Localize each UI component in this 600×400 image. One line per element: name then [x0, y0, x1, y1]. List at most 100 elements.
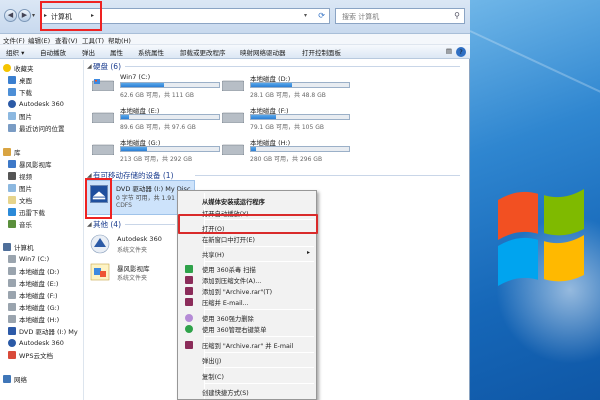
downloads-icon	[8, 88, 16, 96]
ctx-install-from-media[interactable]: 从媒体安装或运行程序	[180, 195, 316, 206]
search-icon[interactable]: ⚲	[454, 11, 460, 20]
ctx-open-new-window[interactable]: 在新窗口中打开(E)	[180, 233, 316, 244]
highlight-box-dvd	[85, 178, 112, 219]
ctx-separator	[204, 309, 314, 310]
recent-places-icon	[8, 124, 16, 132]
ctx-separator	[204, 352, 314, 353]
nav-item-recent[interactable]: 最近访问的位置	[8, 123, 65, 133]
menu-file[interactable]: 文件(F)	[3, 35, 25, 45]
menu-tools[interactable]: 工具(T)	[82, 35, 104, 45]
back-button[interactable]: ◀	[4, 9, 17, 22]
nav-item-drive-e[interactable]: 本地磁盘 (E:)	[8, 278, 58, 288]
ctx-add-archive[interactable]: 添加到压缩文件(A)...	[180, 274, 316, 285]
nav-item-drive-g[interactable]: 本地磁盘 (G:)	[8, 302, 59, 312]
winrar-icon	[185, 341, 193, 349]
nav-item-music[interactable]: 音乐	[8, 219, 32, 229]
ctx-compress-email[interactable]: 压缩并 E-mail...	[180, 296, 316, 307]
refresh-icon[interactable]: ⟳	[318, 11, 325, 20]
nav-item-wps[interactable]: WPS云文档	[8, 350, 53, 360]
drive-tile-g[interactable]: 本地磁盘 (G:) 213 GB 可用，共 292 GB	[90, 137, 230, 165]
organize-button[interactable]: 组织 ▾	[6, 47, 24, 57]
nav-item-xunlei[interactable]: 迅雷下载	[8, 207, 45, 217]
address-history-dropdown-icon[interactable]: ▾	[304, 12, 307, 19]
ctx-360-force-delete[interactable]: 使用 360强力删除	[180, 312, 316, 323]
open-control-panel-button[interactable]: 打开控制面板	[302, 47, 341, 57]
drive-icon	[8, 255, 16, 263]
space-bar	[120, 114, 220, 120]
eject-button[interactable]: 弹出	[82, 47, 95, 57]
ctx-add-archive-rar[interactable]: 添加到 "Archive.rar"(T)	[180, 285, 316, 296]
pictures-icon	[8, 112, 16, 120]
nav-item-desktop[interactable]: 桌面	[8, 75, 32, 85]
search-box[interactable]: 搜索 计算机 ⚲	[335, 8, 465, 24]
nav-item-drive-f[interactable]: 本地磁盘 (F:)	[8, 290, 58, 300]
ctx-separator	[204, 261, 314, 262]
autodesk-icon	[8, 100, 16, 108]
map-network-drive-button[interactable]: 映射网络驱动器	[240, 47, 286, 57]
drive-tile-f[interactable]: 本地磁盘 (F:) 79.1 GB 可用，共 105 GB	[220, 105, 360, 133]
nav-libraries[interactable]: 库	[3, 147, 21, 157]
media-library-icon	[8, 160, 16, 168]
system-properties-button[interactable]: 系统属性	[138, 47, 164, 57]
documents-icon	[8, 196, 16, 204]
space-bar	[250, 82, 350, 88]
nav-item-lib-pictures[interactable]: 图片	[8, 183, 32, 193]
nav-item-documents[interactable]: 文档	[8, 195, 32, 205]
autodesk-icon	[90, 234, 110, 254]
drive-tile-h[interactable]: 本地磁盘 (H:) 280 GB 可用，共 296 GB	[220, 137, 360, 165]
collapse-chevron-icon[interactable]: ◢	[87, 63, 92, 70]
recent-pages-dropdown[interactable]: ▾	[32, 12, 35, 19]
submenu-arrow-icon: ▸	[306, 249, 310, 256]
menu-edit[interactable]: 编辑(E)	[28, 35, 50, 45]
thunder-download-icon	[8, 208, 16, 216]
nav-item-baofeng[interactable]: 暴风影视库	[8, 159, 52, 169]
network-icon	[3, 375, 11, 383]
music-icon	[8, 220, 16, 228]
ctx-compress-rar-email[interactable]: 压缩到 "Archive.rar" 并 E-mail	[180, 339, 316, 350]
nav-item-pictures[interactable]: 图片	[8, 111, 32, 121]
ctx-copy[interactable]: 复制(C)	[180, 370, 316, 381]
view-options-icon[interactable]: ▤	[446, 47, 452, 55]
menu-manager-icon	[185, 325, 193, 333]
space-bar	[120, 146, 220, 152]
collapse-chevron-icon[interactable]: ◢	[87, 221, 92, 228]
group-title-hdd[interactable]: 硬盘 (6)	[93, 61, 121, 72]
nav-favorites[interactable]: 收藏夹	[3, 63, 34, 73]
ctx-create-shortcut[interactable]: 创建快捷方式(S)	[180, 386, 316, 397]
nav-item-drive-d[interactable]: 本地磁盘 (D:)	[8, 266, 59, 276]
ctx-share[interactable]: 共享(H) ▸	[180, 248, 316, 259]
nav-item-dvd[interactable]: DVD 驱动器 (I:) My	[8, 326, 78, 336]
drive-tile-e[interactable]: 本地磁盘 (E:) 89.6 GB 可用，共 97.6 GB	[90, 105, 230, 133]
winrar-icon	[185, 287, 193, 295]
ctx-360-scan[interactable]: 使用 360杀毒 扫描	[180, 263, 316, 274]
space-fill	[251, 83, 293, 87]
nav-item-drive-h[interactable]: 本地磁盘 (H:)	[8, 314, 59, 324]
nav-item-autodesk-drive[interactable]: Autodesk 360	[8, 338, 64, 348]
space-fill	[121, 115, 129, 119]
nav-network[interactable]: 网络	[3, 374, 27, 384]
properties-button[interactable]: 属性	[110, 47, 123, 57]
hard-drive-icon	[92, 112, 114, 123]
drive-icon	[8, 291, 16, 299]
hard-drive-icon	[222, 112, 244, 123]
help-icon[interactable]: ?	[456, 47, 466, 57]
menu-help[interactable]: 帮助(H)	[108, 35, 131, 45]
ctx-360-menu-manager[interactable]: 使用 360管理右键菜单	[180, 323, 316, 334]
nav-item-drive-c[interactable]: Win7 (C:)	[8, 254, 49, 264]
command-toolbar: 组织 ▾ 自动播放 弹出 属性 系统属性 卸载或更改程序 映射网络驱动器 打开控…	[0, 45, 470, 59]
nav-item-downloads[interactable]: 下载	[8, 87, 32, 97]
nav-computer[interactable]: 计算机	[3, 242, 34, 252]
uninstall-program-button[interactable]: 卸载或更改程序	[180, 47, 226, 57]
drive-tile-d[interactable]: 本地磁盘 (D:) 28.1 GB 可用，共 48.8 GB	[220, 73, 360, 101]
nav-item-videos[interactable]: 视频	[8, 171, 32, 181]
force-delete-icon	[185, 314, 193, 322]
forward-button[interactable]: ▶	[18, 9, 31, 22]
ctx-eject[interactable]: 弹出(J)	[180, 354, 316, 365]
search-input[interactable]: 搜索 计算机	[342, 12, 379, 22]
ctx-separator	[204, 383, 314, 384]
menu-view[interactable]: 查看(V)	[55, 35, 78, 45]
nav-item-autodesk[interactable]: Autodesk 360	[8, 99, 64, 109]
group-title-other[interactable]: 其他 (4)	[93, 219, 121, 230]
drive-tile-c[interactable]: Win7 (C:) 62.6 GB 可用，共 111 GB	[90, 73, 230, 101]
autoplay-button[interactable]: 自动播放	[40, 47, 66, 57]
